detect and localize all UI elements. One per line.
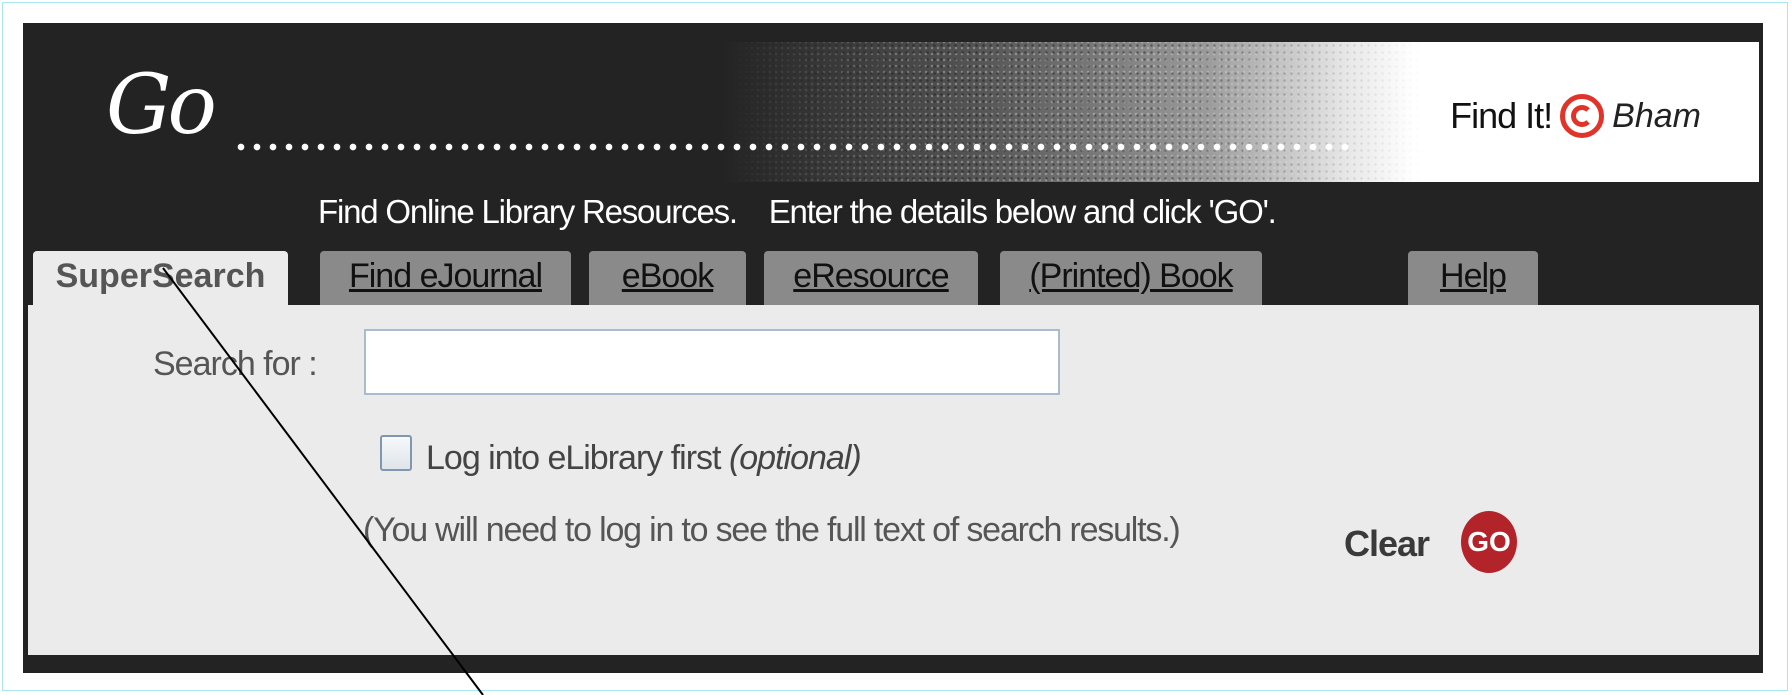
go-title: Go bbox=[106, 58, 217, 153]
findit-label: Find It! bbox=[1450, 95, 1553, 136]
library-search-widget: Go Find It! Bham Find Online Library Res… bbox=[23, 23, 1763, 673]
login-checkbox[interactable] bbox=[380, 435, 412, 471]
tab-eresource[interactable]: eResource bbox=[764, 251, 978, 305]
login-optional-text: (optional) bbox=[728, 439, 862, 477]
search-label: Search for : bbox=[153, 345, 318, 383]
clear-button[interactable]: Clear bbox=[1344, 523, 1430, 565]
findit-brand: Find It! Bham bbox=[1450, 94, 1701, 138]
findit-logo-icon bbox=[1560, 94, 1605, 138]
search-input[interactable] bbox=[364, 329, 1060, 395]
login-label-text: Log into eLibrary first bbox=[426, 439, 721, 477]
brand-name: Bham bbox=[1612, 96, 1701, 135]
login-checkbox-label[interactable]: Log into eLibrary first (optional) bbox=[426, 439, 862, 478]
dotted-line bbox=[233, 140, 1353, 154]
go-button[interactable]: GO bbox=[1461, 511, 1517, 573]
tab-find-ejournal[interactable]: Find eJournal bbox=[320, 251, 571, 305]
tab-ebook[interactable]: eBook bbox=[589, 251, 746, 305]
tab-printed-book[interactable]: (Printed) Book bbox=[1000, 251, 1262, 305]
search-panel: Search for : Log into eLibrary first (op… bbox=[28, 305, 1759, 655]
login-note: (You will need to log in to see the full… bbox=[363, 511, 1181, 549]
instructions-text: Find Online Library Resources. Enter the… bbox=[318, 193, 1277, 230]
banner: Go Find It! Bham bbox=[28, 42, 1759, 182]
tab-help[interactable]: Help bbox=[1408, 251, 1538, 305]
